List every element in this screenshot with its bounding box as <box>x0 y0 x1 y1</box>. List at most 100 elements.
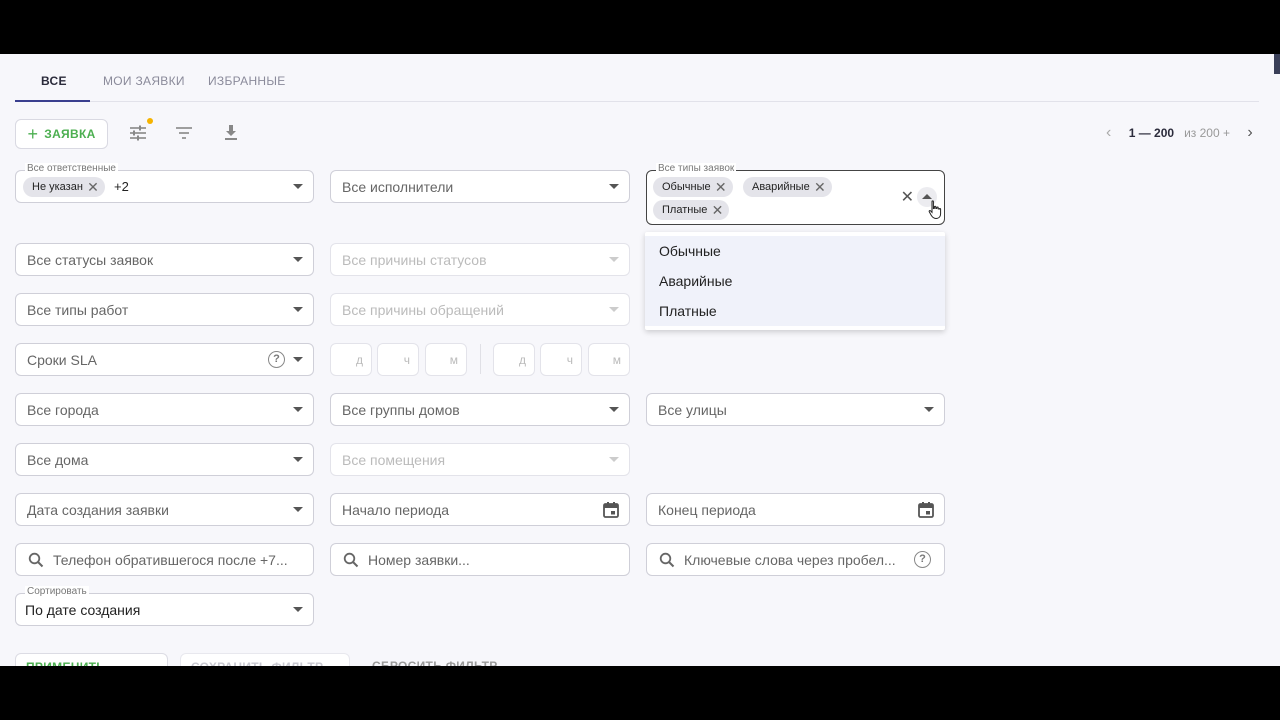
house-groups-select[interactable]: Все группы домов <box>330 393 630 426</box>
chip-emergency[interactable]: Аварийные ✕ <box>743 177 832 197</box>
option-paid[interactable]: Платные <box>645 296 945 326</box>
chevron-left-icon[interactable]: ‹ <box>1099 124 1119 142</box>
chip-label: Обычные <box>662 181 711 193</box>
keywords-placeholder: Ключевые слова через пробел... <box>684 552 896 568</box>
tune-icon[interactable] <box>127 122 149 144</box>
pager-total: из 200 + <box>1184 126 1230 140</box>
cities-placeholder: Все города <box>27 402 99 418</box>
chip-not-specified[interactable]: Не указан ✕ <box>23 177 105 197</box>
keywords-input[interactable]: Ключевые слова через пробел... ? <box>646 543 945 576</box>
appeal-reasons-placeholder: Все причины обращений <box>342 302 504 318</box>
unit-label: м <box>449 353 458 367</box>
chip-regular[interactable]: Обычные ✕ <box>653 177 733 197</box>
chevron-down-icon <box>293 357 303 362</box>
chevron-right-icon[interactable]: › <box>1240 124 1260 142</box>
unit-label: м <box>612 353 621 367</box>
calendar-icon[interactable] <box>602 501 620 519</box>
responsible-label: Все ответственные <box>25 163 118 174</box>
save-filter-button: Сохранить фильтр <box>180 653 350 666</box>
appeal-reasons-select: Все причины обращений <box>330 293 630 326</box>
period-end-input[interactable]: Конец периода <box>646 493 945 526</box>
request-types-label: Все типы заявок <box>656 163 737 174</box>
sla-divider <box>480 344 481 374</box>
house-groups-placeholder: Все группы домов <box>342 402 460 418</box>
chevron-up-icon[interactable] <box>922 194 932 199</box>
option-emergency[interactable]: Аварийные <box>645 266 945 296</box>
request-types-dropdown: Обычные Аварийные Платные <box>645 232 945 330</box>
filter-icon[interactable] <box>173 122 195 144</box>
created-date-select[interactable]: Дата создания заявки <box>15 493 314 526</box>
clear-icon[interactable]: ✕ <box>901 187 914 207</box>
app-frame: Все Мои заявки Избранные + ЗАЯВКА ‹ 1 — … <box>0 54 1280 666</box>
chevron-down-icon <box>924 407 934 412</box>
phone-search-input[interactable]: Телефон обратившегося после +7... <box>15 543 314 576</box>
tab-my-requests[interactable]: Мои заявки <box>103 74 185 88</box>
chevron-down-icon <box>609 257 619 262</box>
sort-label: Сортировать <box>25 586 89 597</box>
chevron-down-icon <box>293 457 303 462</box>
statuses-placeholder: Все статусы заявок <box>27 252 154 268</box>
close-icon[interactable]: ✕ <box>814 177 826 197</box>
streets-select[interactable]: Все улицы <box>646 393 945 426</box>
chevron-down-icon <box>293 507 303 512</box>
more-count: +2 <box>114 179 129 194</box>
period-end-placeholder: Конец периода <box>658 502 756 518</box>
pager-range: 1 — 200 <box>1128 126 1175 140</box>
sort-value: По дате создания <box>25 602 141 618</box>
cities-select[interactable]: Все города <box>15 393 314 426</box>
calendar-icon[interactable] <box>917 501 935 519</box>
search-icon <box>659 552 675 568</box>
notification-dot <box>147 118 153 124</box>
search-icon <box>28 552 44 568</box>
chip-label: Не указан <box>32 181 83 193</box>
plus-icon: + <box>27 124 39 144</box>
chevron-down-icon <box>609 184 619 189</box>
sla-from-minutes: м <box>425 343 467 376</box>
phone-placeholder: Телефон обратившегося после +7... <box>53 552 288 568</box>
streets-placeholder: Все улицы <box>658 402 727 418</box>
close-icon[interactable]: ✕ <box>87 177 99 197</box>
sla-from-days: д <box>330 343 372 376</box>
apply-filter-button[interactable]: Применить фильтр <box>15 653 168 666</box>
option-regular[interactable]: Обычные <box>645 236 945 266</box>
chevron-down-icon <box>609 307 619 312</box>
sort-select[interactable]: Сортировать По дате создания <box>15 586 314 626</box>
unit-label: д <box>518 353 526 367</box>
scrollbar-thumb[interactable] <box>1274 54 1280 74</box>
premises-placeholder: Все помещения <box>342 452 446 468</box>
chip-paid[interactable]: Платные ✕ <box>653 200 730 220</box>
houses-select[interactable]: Все дома <box>15 443 314 476</box>
premises-select: Все помещения <box>330 443 630 476</box>
close-icon[interactable]: ✕ <box>712 200 724 220</box>
executors-select[interactable]: Все исполнители <box>330 170 630 203</box>
tab-favorites[interactable]: Избранные <box>208 74 286 88</box>
download-icon[interactable] <box>220 122 242 144</box>
statuses-select[interactable]: Все статусы заявок <box>15 243 314 276</box>
help-icon[interactable]: ? <box>914 551 931 568</box>
help-icon[interactable]: ? <box>268 351 285 368</box>
tabs-bar: Все Мои заявки Избранные <box>15 66 1259 102</box>
status-reasons-placeholder: Все причины статусов <box>342 252 487 268</box>
close-icon[interactable]: ✕ <box>715 177 727 197</box>
chip-label: Аварийные <box>752 181 810 193</box>
status-reasons-select: Все причины статусов <box>330 243 630 276</box>
work-types-placeholder: Все типы работ <box>27 302 129 318</box>
add-request-label: ЗАЯВКА <box>44 127 96 141</box>
sla-from-hours: ч <box>377 343 419 376</box>
unit-label: д <box>355 353 363 367</box>
tab-all[interactable]: Все <box>41 74 67 88</box>
reset-filter-button[interactable]: Сбросить фильтр <box>362 653 522 666</box>
period-start-input[interactable]: Начало периода <box>330 493 630 526</box>
hand-cursor-icon <box>928 200 942 220</box>
chevron-down-icon <box>293 607 303 612</box>
request-types-select[interactable]: Все типы заявок Обычные ✕ Аварийные ✕ Плат… <box>646 163 945 225</box>
request-number-input[interactable]: Номер заявки... <box>330 543 630 576</box>
tab-active-indicator <box>15 100 90 102</box>
executors-placeholder: Все исполнители <box>342 179 454 195</box>
period-start-placeholder: Начало периода <box>342 502 450 518</box>
responsible-select[interactable]: Все ответственные Не указан ✕ +2 <box>15 163 314 203</box>
sla-select[interactable]: Сроки SLA ? <box>15 343 314 376</box>
add-request-button[interactable]: + ЗАЯВКА <box>15 119 108 149</box>
created-date-placeholder: Дата создания заявки <box>27 502 169 518</box>
work-types-select[interactable]: Все типы работ <box>15 293 314 326</box>
